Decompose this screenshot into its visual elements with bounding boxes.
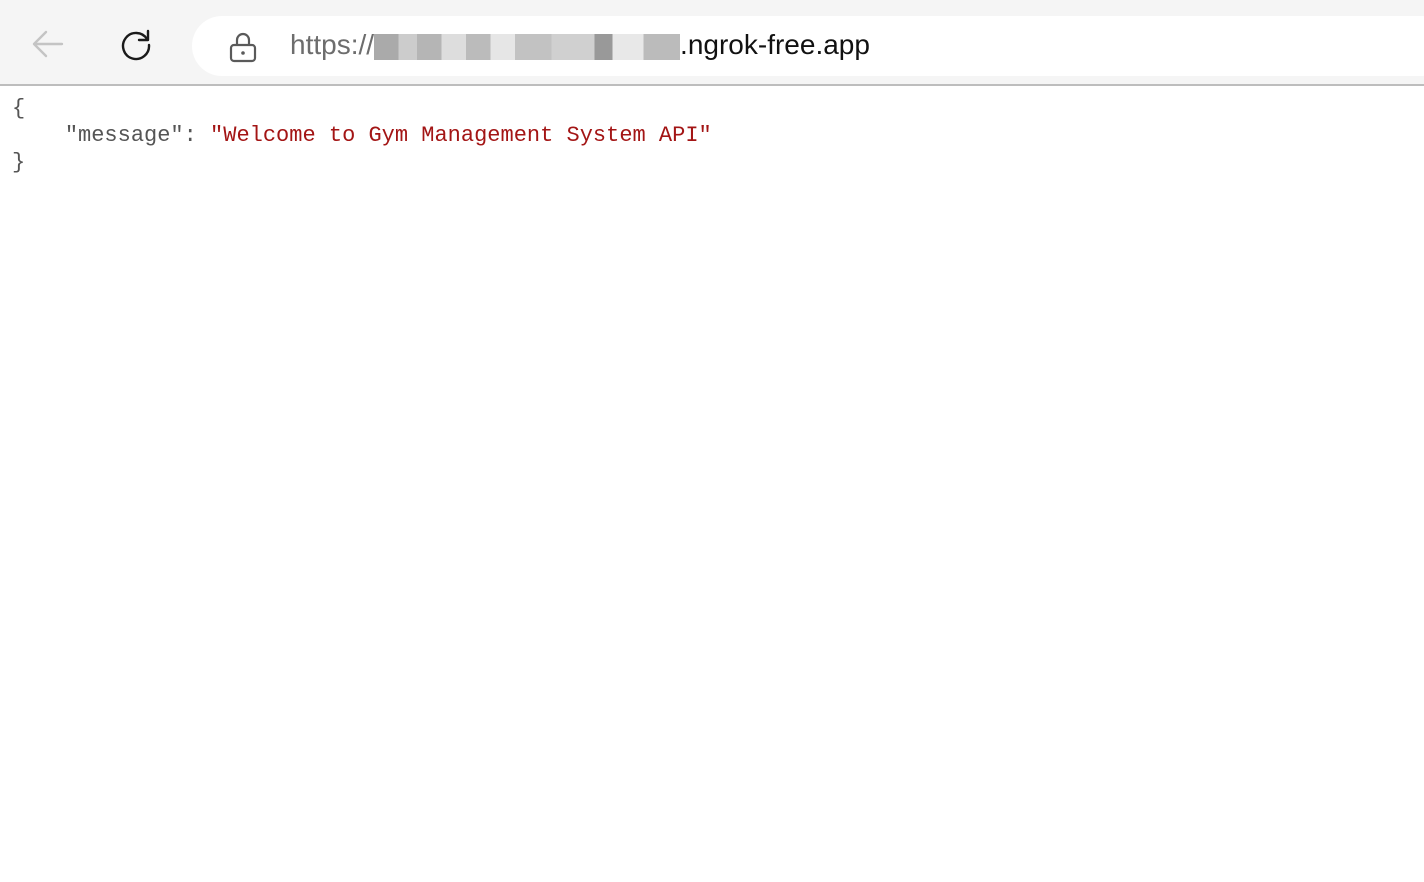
reload-icon	[118, 26, 154, 67]
url-scheme: https://	[290, 29, 375, 60]
redacted-hostname	[374, 34, 681, 60]
back-button[interactable]	[24, 22, 72, 70]
json-key: "message"	[64, 123, 184, 148]
json-separator: :	[183, 123, 211, 148]
json-open-brace: {	[12, 96, 26, 121]
json-response: { "message": "Welcome to Gym Management …	[12, 95, 712, 176]
browser-toolbar: https:// .ngrok-free.app	[0, 0, 1424, 86]
url-domain: .ngrok-free.app	[680, 29, 870, 60]
json-close-brace: }	[12, 150, 26, 175]
lock-icon[interactable]	[228, 30, 258, 69]
json-string-value: "Welcome to Gym Management System API"	[210, 123, 712, 148]
url-text[interactable]: https:// .ngrok-free.app	[290, 28, 870, 62]
reload-button[interactable]	[112, 22, 160, 70]
address-bar[interactable]: https:// .ngrok-free.app	[192, 16, 1424, 76]
arrow-left-icon	[30, 26, 66, 67]
